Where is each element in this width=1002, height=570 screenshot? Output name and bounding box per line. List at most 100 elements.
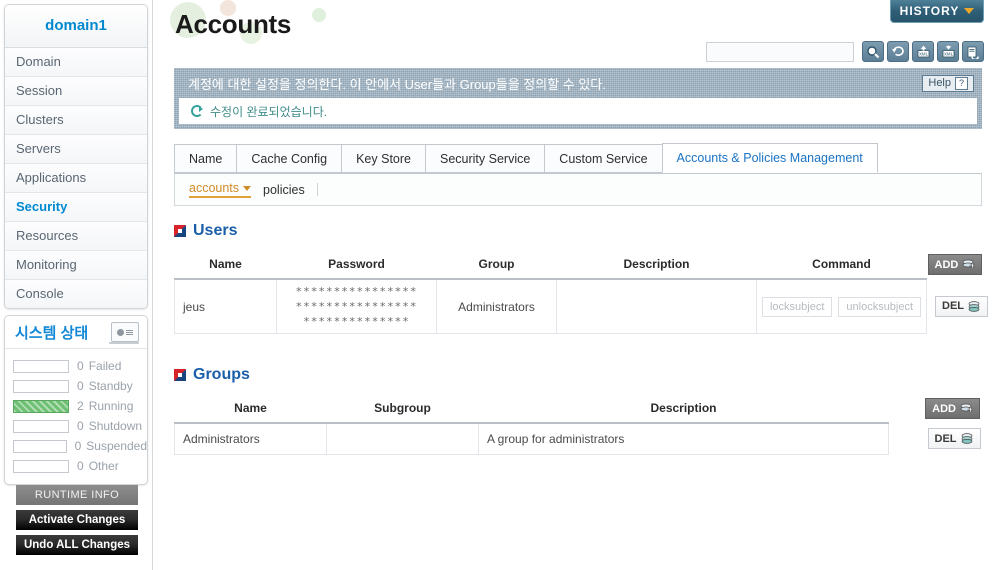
search-input[interactable] xyxy=(706,41,854,62)
status-label: Suspended xyxy=(86,439,147,453)
tab-cache-config[interactable]: Cache Config xyxy=(236,144,343,173)
section-marker-icon xyxy=(174,225,186,237)
add-stack-icon xyxy=(960,403,973,413)
xml-export-icon[interactable]: XML xyxy=(937,41,959,62)
add-group-label: ADD xyxy=(932,402,956,415)
add-stack-icon xyxy=(962,259,976,269)
status-bar xyxy=(13,419,69,433)
laptop-chart-icon[interactable] xyxy=(109,322,139,344)
database-sync-icon[interactable] xyxy=(962,41,984,62)
sidebar-item-security[interactable]: Security xyxy=(5,193,147,222)
tab-name[interactable]: Name xyxy=(174,144,238,173)
activate-changes-button[interactable]: Activate Changes xyxy=(16,510,138,530)
decorative-circle xyxy=(312,8,326,22)
delete-group-label: DEL xyxy=(934,432,957,445)
user-group-cell: Administrators xyxy=(436,279,557,334)
groups-col-subgroup: Subgroup xyxy=(326,394,479,424)
system-status-rows: 0 Failed 0 Standby 2 Running 0 Shutdown 0 Suspend… xyxy=(5,349,147,484)
sidebar-item-clusters[interactable]: Clusters xyxy=(5,106,147,135)
status-bar xyxy=(13,399,69,413)
password-line: ************** xyxy=(303,315,410,328)
page-header: Accounts HISTORY xyxy=(152,0,1002,44)
status-label: Failed xyxy=(88,359,122,373)
status-label: Shutdown xyxy=(88,419,143,433)
delete-user-label: DEL xyxy=(942,300,964,313)
subnav-item-policies[interactable]: policies xyxy=(263,183,305,197)
history-button[interactable]: HISTORY xyxy=(890,0,984,23)
subnav-item-accounts[interactable]: accounts xyxy=(189,181,252,198)
status-row-running: 2 Running xyxy=(5,396,147,416)
group-description-cell: A group for administrators xyxy=(478,423,889,455)
password-line: **************** xyxy=(295,300,418,313)
system-status-title: 시스템 상태 xyxy=(15,324,89,342)
status-count: 0 xyxy=(77,379,84,393)
domain-nav-panel: domain1 Domain Session Clusters Servers Appl… xyxy=(4,4,148,309)
status-label: Running xyxy=(88,399,134,413)
banner-top-row: 계정에 대한 설정을 정의한다. 이 안에서 User들과 Group들을 정의… xyxy=(174,68,982,98)
groups-section-title: Groups xyxy=(174,366,982,384)
info-banner: 계정에 대한 설정을 정의한다. 이 안에서 User들과 Group들을 정의… xyxy=(174,68,982,129)
add-user-button[interactable]: ADD xyxy=(927,254,983,275)
delete-stack-icon xyxy=(968,300,980,312)
group-subgroup-cell xyxy=(326,423,479,455)
status-label: Other xyxy=(88,459,119,473)
sidebar-nav-list: Domain Session Clusters Servers Applications… xyxy=(5,48,147,308)
user-description-cell xyxy=(556,279,757,334)
sidebar-item-session[interactable]: Session xyxy=(5,77,147,106)
sidebar-item-resources[interactable]: Resources xyxy=(5,222,147,251)
delete-user-button[interactable]: DEL xyxy=(935,295,988,317)
users-col-command: Command xyxy=(756,250,927,280)
main-content: Accounts HISTORY XML XML 계정에 대한 설정을 정의한다… xyxy=(152,0,1002,570)
status-row-suspended: 0 Suspended xyxy=(5,436,147,456)
status-bar xyxy=(13,359,69,373)
tab-security-service[interactable]: Security Service xyxy=(424,144,546,173)
search-icon[interactable] xyxy=(862,41,884,62)
users-col-name: Name xyxy=(174,250,277,280)
user-password-cell: **************** **************** ********… xyxy=(276,279,437,334)
sidebar-item-servers[interactable]: Servers xyxy=(5,135,147,164)
command-unlocksubject-button[interactable]: unlocksubject xyxy=(838,296,922,317)
command-locksubject-button[interactable]: locksubject xyxy=(761,296,833,317)
svg-text:XML: XML xyxy=(918,51,928,56)
password-line: **************** xyxy=(295,285,418,298)
sub-navigation: accounts policies xyxy=(174,174,982,206)
tab-accounts-policies-management[interactable]: Accounts & Policies Management xyxy=(661,143,878,173)
subnav-label: accounts xyxy=(189,181,240,195)
toolbar: XML XML xyxy=(706,41,984,62)
sidebar-action-buttons: RUNTIME INFO Activate Changes Undo ALL Cha… xyxy=(16,485,138,560)
delete-stack-icon xyxy=(961,433,972,444)
tab-custom-service[interactable]: Custom Service xyxy=(544,144,663,173)
undo-all-changes-button[interactable]: Undo ALL Changes xyxy=(16,535,138,555)
sidebar-divider xyxy=(152,0,153,570)
add-group-button[interactable]: ADD xyxy=(925,398,980,419)
user-delete-cell: DEL xyxy=(926,279,988,334)
user-command-cell: locksubject unlocksubject xyxy=(756,279,927,334)
tab-key-store[interactable]: Key Store xyxy=(341,144,426,173)
refresh-icon[interactable] xyxy=(887,41,909,62)
runtime-info-button[interactable]: RUNTIME INFO xyxy=(16,485,138,505)
sidebar-item-applications[interactable]: Applications xyxy=(5,164,147,193)
users-table-header-row: Name Password Group Description Command … xyxy=(174,250,983,280)
status-row-failed: 0 Failed xyxy=(5,356,147,376)
groups-col-description: Description xyxy=(478,394,889,424)
users-section-title: Users xyxy=(174,222,982,240)
history-label: HISTORY xyxy=(899,4,960,18)
status-message-row: 수정이 완료되었습니다. xyxy=(179,98,977,124)
users-col-group: Group xyxy=(436,250,557,280)
tab-bar: Name Cache Config Key Store Security Servic… xyxy=(174,143,982,174)
subnav-separator xyxy=(316,183,318,196)
sidebar-item-domain[interactable]: Domain xyxy=(5,48,147,77)
help-button[interactable]: Help ? xyxy=(922,74,974,92)
sidebar-item-console[interactable]: Console xyxy=(5,280,147,308)
users-table: Name Password Group Description Command … xyxy=(174,250,988,334)
xml-import-icon[interactable]: XML xyxy=(912,41,934,62)
sidebar-item-monitoring[interactable]: Monitoring xyxy=(5,251,147,280)
status-count: 0 xyxy=(77,359,84,373)
table-row: jeus **************** **************** ****… xyxy=(174,279,988,334)
domain-title: domain1 xyxy=(5,5,147,48)
status-count: 0 xyxy=(74,439,82,453)
status-row-other: 0 Other xyxy=(5,456,147,476)
user-name-cell: jeus xyxy=(174,279,277,334)
delete-group-button[interactable]: DEL xyxy=(927,428,981,450)
status-count: 0 xyxy=(77,419,84,433)
